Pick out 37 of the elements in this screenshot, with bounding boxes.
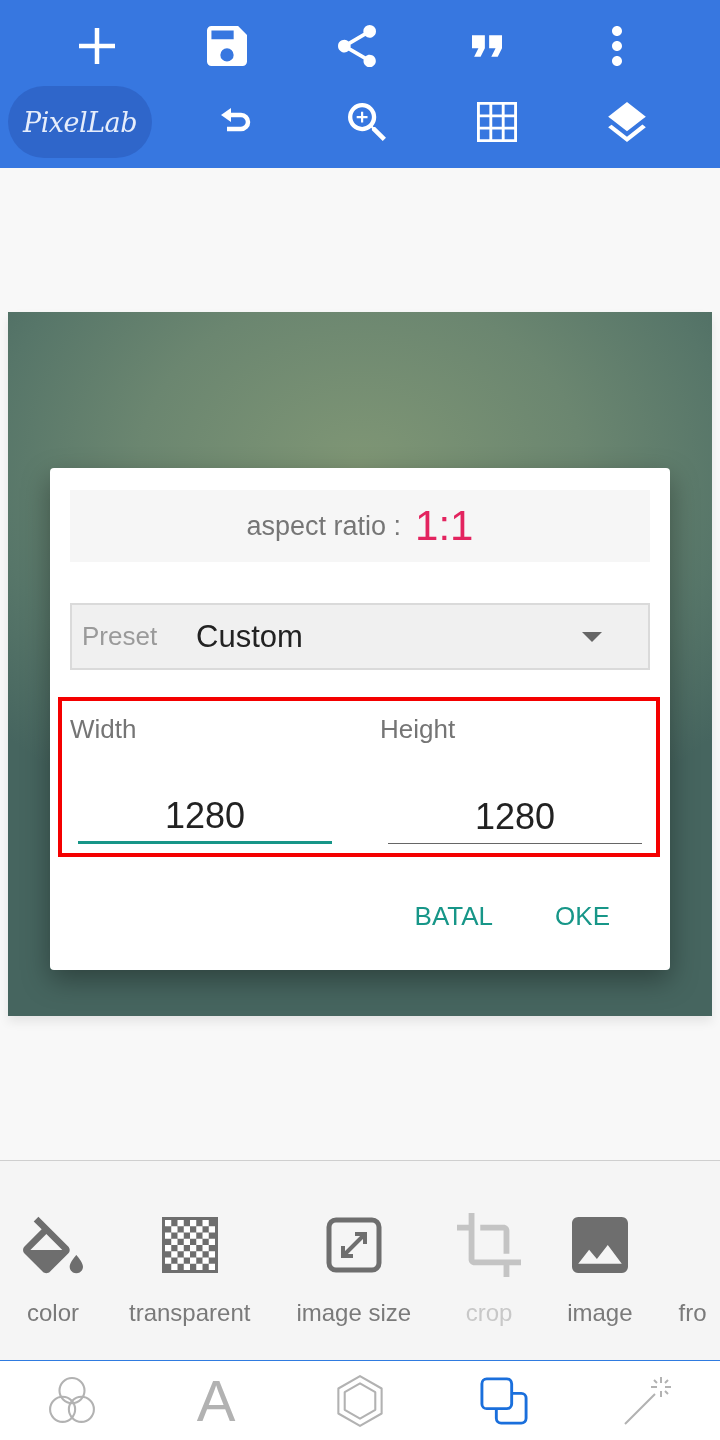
- size-field[interactable]: 1280: [78, 790, 332, 844]
- tool-button[interactable]: fro: [655, 1161, 720, 1360]
- app-logo: PixelLab: [8, 86, 152, 158]
- image-icon: [571, 1217, 628, 1273]
- mode-tab[interactable]: A: [196, 1370, 236, 1431]
- more-icon[interactable]: [610, 26, 624, 66]
- magic-wand-icon: [623, 1375, 673, 1426]
- field-label: Width: [70, 714, 138, 744]
- dialog-button[interactable]: OKE: [539, 888, 626, 944]
- preset-label: Preset: [82, 621, 159, 652]
- resize-icon: [325, 1217, 382, 1273]
- mode-tab[interactable]: [480, 1376, 528, 1425]
- stacked-squares-icon: [480, 1376, 528, 1425]
- size-field[interactable]: 1280: [388, 790, 642, 844]
- overlapping-circles-icon: [47, 1376, 97, 1425]
- save-icon[interactable]: [207, 26, 247, 66]
- crop-icon: [457, 1212, 522, 1278]
- quote-icon[interactable]: [472, 34, 502, 58]
- share-icon[interactable]: [338, 25, 376, 67]
- field-label: Height: [380, 714, 457, 744]
- preset-value: Custom: [196, 618, 304, 655]
- tool-button[interactable]: image size: [273, 1161, 435, 1360]
- add-icon[interactable]: [79, 28, 115, 64]
- aspect-ratio-label: aspect ratio :: [246, 510, 402, 542]
- layers-icon[interactable]: [608, 102, 646, 142]
- caret-icon: [582, 631, 602, 642]
- grid-icon[interactable]: [477, 102, 517, 142]
- hexagon-icon: [336, 1374, 384, 1427]
- dialog-button[interactable]: BATAL: [398, 888, 510, 944]
- tool-button[interactable]: transparent: [106, 1161, 274, 1360]
- zoom-in-icon[interactable]: [348, 103, 386, 141]
- aspect-ratio-value: 1:1: [415, 502, 474, 550]
- tool-button[interactable]: image: [544, 1161, 656, 1360]
- checkerboard-icon: [161, 1217, 218, 1273]
- paint-bucket-icon: [23, 1216, 83, 1274]
- tool-button[interactable]: color: [0, 1161, 106, 1360]
- preset-dropdown[interactable]: Preset Custom: [70, 603, 650, 670]
